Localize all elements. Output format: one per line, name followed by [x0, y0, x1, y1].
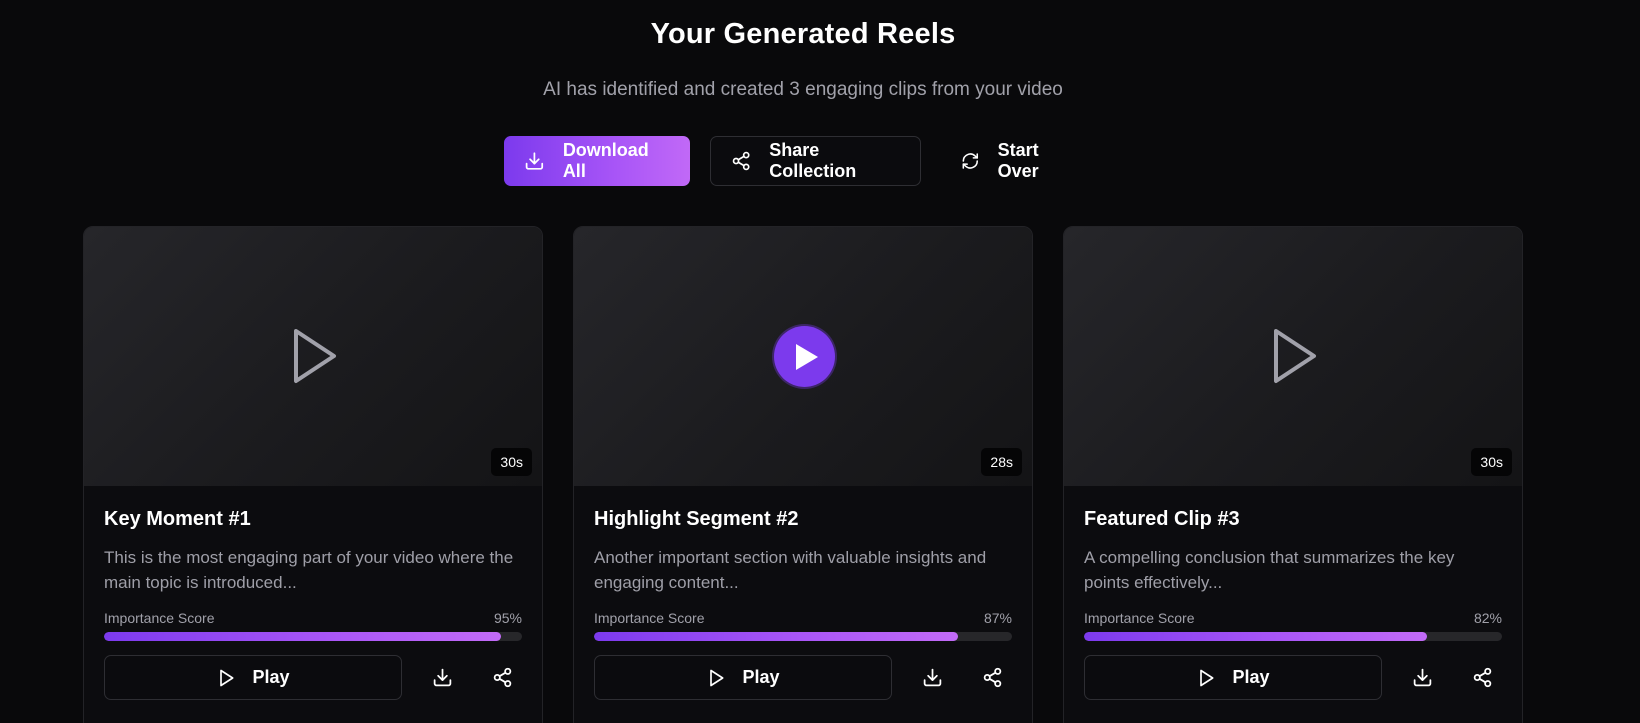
download-button[interactable] [1402, 658, 1442, 698]
score-bar [104, 632, 522, 641]
share-button[interactable] [972, 658, 1012, 698]
play-button[interactable]: Play [1084, 655, 1382, 700]
play-icon[interactable] [1272, 327, 1318, 385]
download-icon [525, 152, 544, 170]
share-button[interactable] [1462, 658, 1502, 698]
share-icon [732, 151, 750, 171]
download-all-button[interactable]: Download All [504, 136, 690, 186]
duration-badge: 30s [491, 448, 532, 476]
page-title: Your Generated Reels [650, 18, 956, 50]
video-thumbnail[interactable]: 28s [574, 227, 1032, 486]
play-circle-button[interactable] [774, 326, 835, 387]
score-row: Importance Score 87% [594, 610, 1012, 626]
download-all-label: Download All [562, 140, 649, 181]
play-icon [220, 669, 234, 686]
clip-description: A compelling conclusion that summarizes … [1084, 548, 1455, 592]
reels-page: Your Generated Reels AI has identified a… [0, 0, 1640, 723]
share-collection-button[interactable]: Share Collection [710, 136, 921, 186]
video-thumbnail[interactable]: 30s [1064, 227, 1522, 486]
reel-card: 30s Featured Clip #3 A compelling conclu… [1063, 226, 1523, 723]
score-label: Importance Score [594, 610, 705, 626]
score-bar-fill [1084, 632, 1427, 641]
share-icon [983, 667, 1001, 688]
score-value: 95% [493, 610, 522, 626]
play-icon [710, 669, 724, 686]
start-over-label: Start Over [997, 140, 1039, 181]
card-actions: Play [594, 655, 1012, 700]
clip-title: Highlight Segment #2 [594, 508, 799, 530]
play-button[interactable]: Play [104, 655, 402, 700]
download-button[interactable] [912, 658, 952, 698]
duration-badge: 28s [981, 448, 1022, 476]
score-value: 82% [1473, 610, 1502, 626]
download-icon [1413, 668, 1431, 687]
play-icon[interactable] [292, 327, 338, 385]
score-bar-fill [594, 632, 958, 641]
clips-grid: 30s Key Moment #1 This is the most engag… [83, 226, 1523, 723]
video-thumbnail[interactable]: 30s [84, 227, 542, 486]
score-bar-fill [104, 632, 502, 641]
clip-title: Featured Clip #3 [1084, 508, 1240, 530]
start-over-button[interactable]: Start Over [941, 136, 1091, 186]
score-row: Importance Score 95% [104, 610, 522, 626]
card-actions: Play [104, 655, 522, 700]
score-bar [594, 632, 1012, 641]
score-row: Importance Score 82% [1084, 610, 1502, 626]
refresh-icon [962, 153, 979, 169]
score-label: Importance Score [104, 610, 215, 626]
card-body: Key Moment #1 This is the most engaging … [84, 486, 542, 700]
play-label: Play [252, 667, 290, 687]
clip-description: Another important section with valuable … [594, 548, 987, 592]
card-body: Highlight Segment #2 Another important s… [574, 486, 1032, 700]
download-icon [923, 668, 941, 687]
reel-card: 28s Highlight Segment #2 Another importa… [573, 226, 1033, 723]
score-label: Importance Score [1084, 610, 1195, 626]
card-actions: Play [1084, 655, 1502, 700]
download-button[interactable] [422, 658, 462, 698]
score-value: 87% [983, 610, 1012, 626]
share-icon [493, 667, 511, 688]
play-icon [1200, 669, 1214, 686]
share-icon [1473, 667, 1491, 688]
share-button[interactable] [482, 658, 522, 698]
score-bar [1084, 632, 1502, 641]
action-bar: Download All Share Collection Start Over [504, 136, 1091, 186]
share-collection-label: Share Collection [769, 140, 857, 181]
duration-badge: 30s [1471, 448, 1512, 476]
download-icon [433, 668, 451, 687]
clip-title: Key Moment #1 [104, 508, 251, 530]
play-icon [795, 343, 818, 370]
play-button[interactable]: Play [594, 655, 892, 700]
page-subtitle: AI has identified and created 3 engaging… [543, 79, 1063, 100]
reel-card: 30s Key Moment #1 This is the most engag… [83, 226, 543, 723]
play-label: Play [742, 667, 780, 687]
card-body: Featured Clip #3 A compelling conclusion… [1064, 486, 1522, 700]
clip-description: This is the most engaging part of your v… [104, 548, 514, 592]
play-label: Play [1232, 667, 1270, 687]
